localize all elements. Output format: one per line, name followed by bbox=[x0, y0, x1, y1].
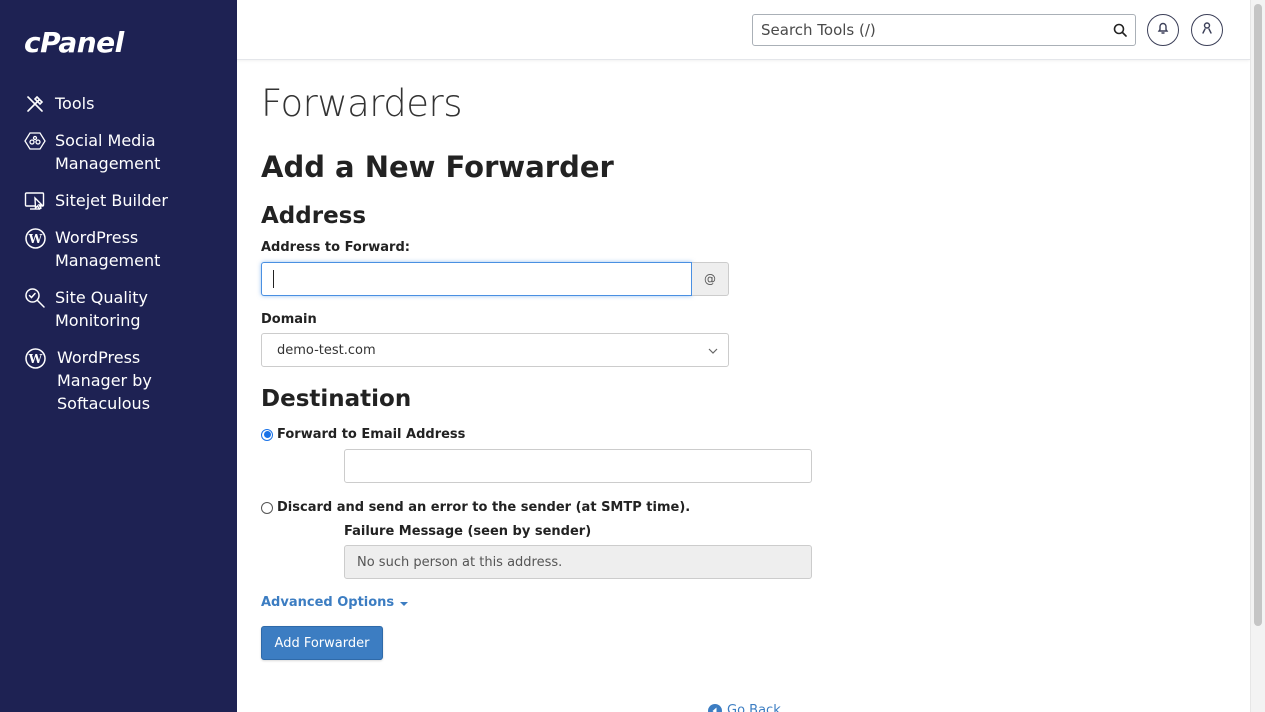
sitejet-icon bbox=[24, 190, 46, 212]
text-cursor bbox=[273, 270, 274, 288]
failure-message-label: Failure Message (seen by sender) bbox=[344, 524, 592, 539]
address-to-forward-label: Address to Forward: bbox=[261, 240, 410, 255]
address-heading: Address bbox=[261, 203, 367, 229]
wordpress-icon: W bbox=[24, 347, 46, 369]
destination-heading: Destination bbox=[261, 386, 412, 412]
forward-to-email-option[interactable]: Forward to Email Address bbox=[261, 427, 465, 442]
arrow-left-circle-icon bbox=[708, 703, 722, 712]
discard-label: Discard and send an error to the sender … bbox=[277, 500, 691, 515]
sidebar-item-label: WordPress Management bbox=[55, 228, 161, 270]
sidebar-item-label: Sitejet Builder bbox=[55, 191, 168, 210]
sidebar-item-social-media-management[interactable]: Social Media Management bbox=[0, 129, 237, 175]
forward-to-email-label: Forward to Email Address bbox=[277, 427, 466, 442]
failure-message-value: No such person at this address. bbox=[357, 554, 563, 570]
wordpress-icon: W bbox=[24, 227, 46, 249]
sidebar-item-label: Social Media Management bbox=[55, 131, 161, 173]
domain-selected-value: demo-test.com bbox=[277, 342, 376, 358]
user-icon bbox=[1200, 21, 1214, 40]
forward-to-email-radio[interactable] bbox=[261, 428, 273, 441]
sidebar-item-tools[interactable]: Tools bbox=[0, 92, 237, 115]
tools-icon bbox=[24, 93, 46, 115]
address-to-forward-input[interactable] bbox=[261, 262, 692, 296]
search-icon[interactable] bbox=[1105, 15, 1135, 45]
sidebar-item-wordpress-management[interactable]: W WordPress Management bbox=[0, 226, 237, 272]
sidebar: cPanel Tools Social Media Management Sit… bbox=[0, 0, 237, 712]
advanced-options-label: Advanced Options bbox=[261, 595, 395, 610]
cpanel-app: cPanel Tools Social Media Management Sit… bbox=[0, 0, 1265, 712]
sidebar-item-wordpress-manager-softaculous[interactable]: W WordPress Manager by Softaculous bbox=[0, 346, 237, 415]
sidebar-item-label: Site Quality Monitoring bbox=[55, 288, 148, 330]
discard-radio[interactable] bbox=[261, 501, 273, 514]
top-header bbox=[237, 0, 1250, 60]
advanced-options-toggle[interactable]: Advanced Options bbox=[261, 595, 409, 610]
chevron-down-icon bbox=[708, 343, 718, 358]
sidebar-nav: Tools Social Media Management Sitejet Bu… bbox=[0, 92, 237, 429]
sidebar-item-sitejet-builder[interactable]: Sitejet Builder bbox=[0, 189, 237, 212]
caret-down-icon bbox=[400, 601, 409, 606]
sidebar-item-label: WordPress Manager by Softaculous bbox=[57, 348, 152, 413]
user-menu-button[interactable] bbox=[1191, 14, 1223, 46]
form-title: Add a New Forwarder bbox=[261, 150, 614, 184]
domain-label: Domain bbox=[261, 312, 317, 327]
page-scrollbar[interactable] bbox=[1250, 0, 1265, 712]
at-symbol-addon: @ bbox=[692, 262, 729, 296]
site-quality-icon bbox=[24, 287, 46, 309]
notifications-button[interactable] bbox=[1147, 14, 1179, 46]
go-back-label: Go Back bbox=[727, 703, 781, 712]
go-back-link[interactable]: Go Back bbox=[708, 703, 781, 712]
forward-email-input[interactable] bbox=[344, 449, 812, 483]
discard-option[interactable]: Discard and send an error to the sender … bbox=[261, 500, 690, 515]
scrollbar-thumb[interactable] bbox=[1254, 4, 1262, 626]
sidebar-item-site-quality-monitoring[interactable]: Site Quality Monitoring bbox=[0, 286, 237, 332]
failure-message-input[interactable]: No such person at this address. bbox=[344, 545, 812, 579]
svg-text:W: W bbox=[27, 232, 42, 246]
search-input[interactable] bbox=[753, 15, 1105, 45]
domain-select[interactable]: demo-test.com bbox=[261, 333, 729, 367]
search-box bbox=[752, 14, 1136, 46]
svg-text:W: W bbox=[27, 352, 42, 366]
add-forwarder-button[interactable]: Add Forwarder bbox=[261, 626, 383, 660]
social-media-icon bbox=[24, 130, 46, 152]
cpanel-logo[interactable]: cPanel bbox=[24, 26, 124, 59]
page-title: Forwarders bbox=[261, 82, 463, 125]
bell-icon bbox=[1156, 21, 1170, 40]
sidebar-item-label: Tools bbox=[55, 94, 95, 113]
